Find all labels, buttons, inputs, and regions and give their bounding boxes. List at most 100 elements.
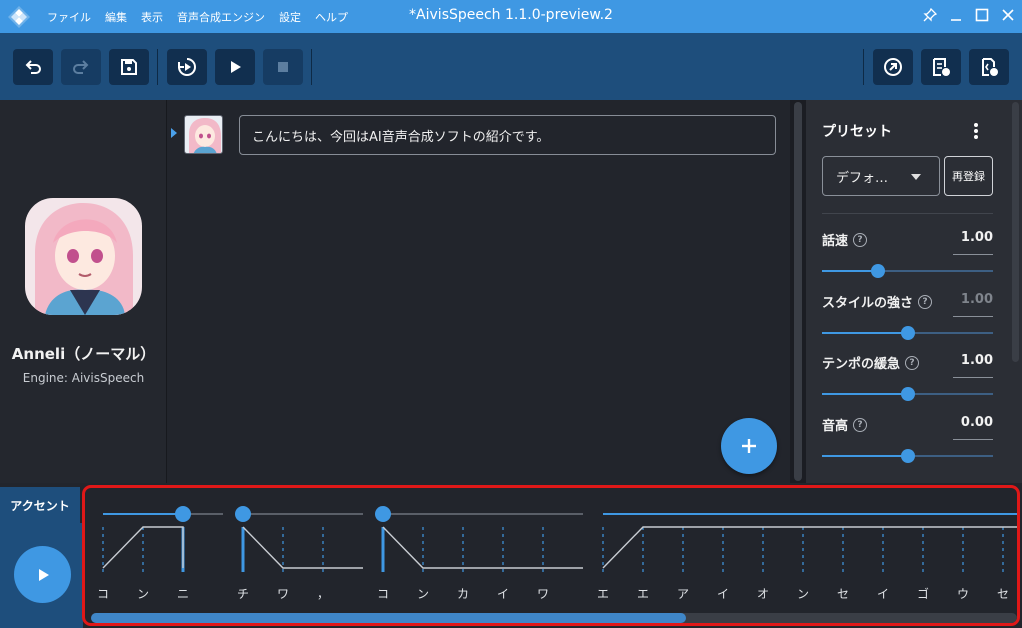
mora-label[interactable]: チ xyxy=(230,585,256,602)
help-icon[interactable]: ? xyxy=(853,232,868,247)
pitch-curve xyxy=(602,526,1017,569)
maximize-icon[interactable] xyxy=(972,5,992,25)
mora-label[interactable]: イ xyxy=(870,585,896,602)
menu-item[interactable]: ヘルプ xyxy=(315,9,348,25)
mora-label[interactable]: ン xyxy=(410,585,436,602)
mora-label[interactable]: ワ xyxy=(530,585,556,602)
parameter-label: 話速? xyxy=(822,230,868,249)
parameter-control: 音高? 0.00 xyxy=(822,415,993,477)
preset-reregister-button[interactable]: 再登録 xyxy=(944,156,993,196)
mora-label[interactable]: カ xyxy=(450,585,476,602)
mora-label[interactable]: ア xyxy=(670,585,696,602)
panel-divider xyxy=(822,213,993,214)
mora-label[interactable]: ワ xyxy=(270,585,296,602)
mora-label[interactable]: エ xyxy=(630,585,656,602)
help-icon[interactable]: ? xyxy=(853,417,868,432)
play-continuous-icon xyxy=(178,58,196,76)
accent-horizontal-scrollbar[interactable] xyxy=(91,613,1017,623)
parameter-scrollbar[interactable] xyxy=(1009,100,1022,483)
minimize-icon[interactable] xyxy=(946,5,966,25)
toolbar-divider xyxy=(157,49,158,85)
parameter-panel: プリセット デフォ… 再登録 話速? 1.00 スタイルの強さ? 1.00 テンポの緩急… xyxy=(806,100,1022,483)
parameter-label: 音高? xyxy=(822,415,868,434)
slider-knob[interactable] xyxy=(871,264,886,278)
mora-label[interactable]: コ xyxy=(90,585,116,602)
parameter-slider[interactable] xyxy=(822,449,993,463)
menu-item[interactable]: ファイル xyxy=(47,9,91,25)
slider-knob[interactable] xyxy=(900,387,915,401)
help-icon[interactable]: ? xyxy=(918,294,933,309)
accent-play-button[interactable] xyxy=(14,546,71,603)
character-panel: Anneli（ノーマル） Engine: AivisSpeech xyxy=(0,100,167,483)
parameter-value[interactable]: 1.00 xyxy=(953,292,993,317)
play-icon xyxy=(38,568,49,581)
accent-handle[interactable] xyxy=(235,506,251,522)
parameter-value[interactable]: 1.00 xyxy=(953,230,993,255)
accent-handle[interactable] xyxy=(375,506,391,522)
mora-label[interactable]: ニ xyxy=(170,585,196,602)
accent-horizontal-scrollbar-thumb[interactable] xyxy=(91,613,686,623)
menu-bar: ファイル 編集 表示 音声合成エンジン 設定 ヘルプ xyxy=(47,9,362,25)
mora-label[interactable]: ン xyxy=(130,585,156,602)
plus-icon xyxy=(742,439,756,453)
add-row-button[interactable] xyxy=(721,418,777,474)
save-button[interactable] xyxy=(109,49,149,85)
slider-knob[interactable] xyxy=(900,326,915,340)
mora-label[interactable]: セ xyxy=(830,585,856,602)
mora-label[interactable]: イ xyxy=(490,585,516,602)
slider-fill xyxy=(822,332,908,334)
accent-phrase-editor: コンニチワ，コンカイワエエアイオンセイゴウセ xyxy=(82,485,1020,626)
menu-item[interactable]: 編集 xyxy=(105,9,127,25)
mora-label[interactable]: ン xyxy=(790,585,816,602)
parameter-slider[interactable] xyxy=(822,264,993,278)
text-row-input[interactable] xyxy=(239,115,776,155)
preset-title: プリセット xyxy=(822,124,892,140)
mora-label[interactable]: エ xyxy=(590,585,616,602)
menu-item[interactable]: 表示 xyxy=(141,9,163,25)
accent-handle[interactable] xyxy=(175,506,191,522)
export-text-button[interactable] xyxy=(921,49,961,85)
toolbar xyxy=(0,33,1022,100)
help-icon[interactable]: ? xyxy=(905,355,920,370)
mora-label[interactable]: コ xyxy=(370,585,396,602)
mora-label[interactable]: セ xyxy=(990,585,1016,602)
menu-item[interactable]: 音声合成エンジン xyxy=(177,9,265,25)
character-portrait[interactable] xyxy=(25,198,142,315)
mora-label[interactable]: イ xyxy=(710,585,736,602)
parameter-value[interactable]: 1.00 xyxy=(953,353,993,378)
parameter-slider[interactable] xyxy=(822,387,993,401)
editor-scrollbar[interactable] xyxy=(790,100,806,483)
play-button[interactable] xyxy=(215,49,255,85)
slider-knob[interactable] xyxy=(900,449,915,463)
slider-fill xyxy=(822,393,908,395)
preset-more-button[interactable] xyxy=(966,120,986,142)
parameter-control: スタイルの強さ? 1.00 xyxy=(822,292,993,354)
tab-accent[interactable]: アクセント xyxy=(0,487,80,523)
row-character-avatar[interactable] xyxy=(184,115,223,154)
parameter-value[interactable]: 0.00 xyxy=(953,415,993,440)
mora-label[interactable]: ウ xyxy=(950,585,976,602)
parameter-scrollbar-thumb[interactable] xyxy=(1012,102,1019,362)
export-button[interactable] xyxy=(873,49,913,85)
editor-scrollbar-thumb[interactable] xyxy=(794,102,802,481)
pin-icon[interactable] xyxy=(920,5,940,25)
undo-button[interactable] xyxy=(13,49,53,85)
active-row-indicator-icon xyxy=(171,128,177,138)
redo-button[interactable] xyxy=(61,49,101,85)
export-audio-button[interactable] xyxy=(969,49,1009,85)
play-icon xyxy=(231,61,241,73)
play-continuous-button[interactable] xyxy=(167,49,207,85)
preset-select[interactable]: デフォ… xyxy=(822,156,940,196)
stop-icon xyxy=(278,62,288,72)
parameter-slider[interactable] xyxy=(822,326,993,340)
save-icon xyxy=(121,59,137,75)
mora-label[interactable]: オ xyxy=(750,585,776,602)
mora-label[interactable]: ， xyxy=(310,585,336,602)
stop-button[interactable] xyxy=(263,49,303,85)
menu-item[interactable]: 設定 xyxy=(279,9,301,25)
mora-label[interactable]: ゴ xyxy=(910,585,936,602)
close-icon[interactable] xyxy=(998,5,1018,25)
parameter-control: 話速? 1.00 xyxy=(822,230,993,292)
slider-fill xyxy=(822,455,908,457)
parameter-label-text: 音高 xyxy=(822,419,849,434)
